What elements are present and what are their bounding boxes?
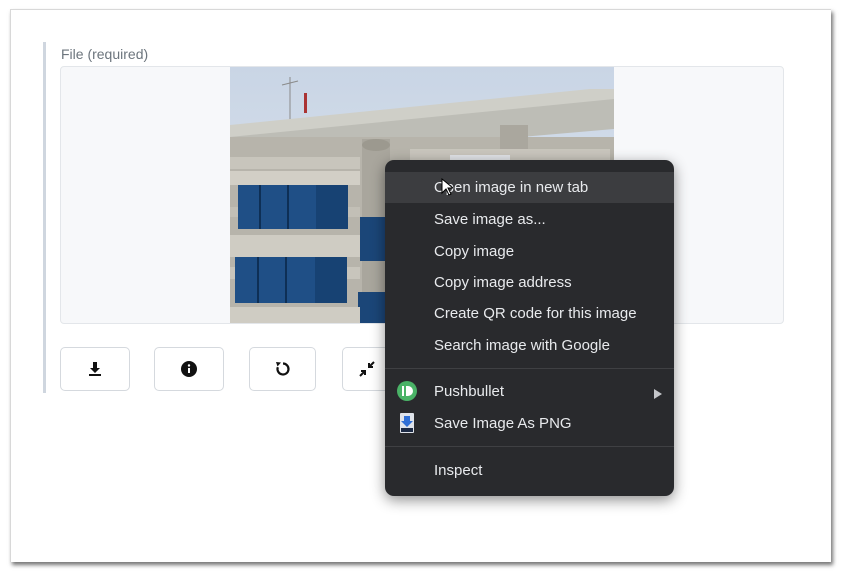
mouse-cursor-icon	[441, 177, 455, 201]
menu-item-label: Search image with Google	[434, 337, 610, 354]
menu-item-pushbullet[interactable]: Pushbullet	[385, 376, 674, 407]
download-icon	[88, 361, 102, 377]
download-button[interactable]	[60, 347, 130, 391]
menu-item-label: Copy image	[434, 243, 515, 260]
menu-item-inspect[interactable]: Inspect	[385, 455, 674, 486]
menu-item-open-image-new-tab[interactable]: Open image in new tab	[385, 172, 674, 203]
info-button[interactable]	[154, 347, 224, 391]
menu-item-label: Open image in new tab	[434, 179, 589, 196]
pushbullet-icon	[397, 381, 417, 401]
context-menu: Open image in new tab Save image as... C…	[385, 160, 674, 496]
menu-separator	[385, 446, 674, 447]
menu-item-label: Pushbullet	[434, 383, 505, 400]
file-field-label: File (required)	[61, 46, 149, 62]
menu-item-save-image-as-png[interactable]: Save Image As PNG	[385, 408, 674, 439]
menu-item-label: Save Image As PNG	[434, 415, 572, 432]
menu-item-save-image-as[interactable]: Save image as...	[385, 204, 674, 235]
submenu-arrow-icon	[654, 386, 662, 403]
png-icon	[397, 413, 417, 433]
info-icon	[181, 361, 197, 377]
rotate-button[interactable]	[249, 347, 316, 391]
menu-item-label: Copy image address	[434, 274, 572, 291]
field-left-border	[43, 42, 46, 393]
menu-item-label: Create QR code for this image	[434, 305, 637, 322]
menu-separator	[385, 368, 674, 369]
menu-item-label: Save image as...	[434, 211, 546, 228]
collapse-icon	[359, 361, 375, 377]
menu-item-label: Inspect	[434, 462, 483, 479]
menu-item-search-image-google[interactable]: Search image with Google	[385, 330, 674, 361]
menu-item-copy-image[interactable]: Copy image	[385, 236, 674, 267]
menu-item-copy-image-address[interactable]: Copy image address	[385, 267, 674, 298]
menu-item-create-qr-code[interactable]: Create QR code for this image	[385, 298, 674, 329]
rotate-icon	[275, 361, 291, 377]
